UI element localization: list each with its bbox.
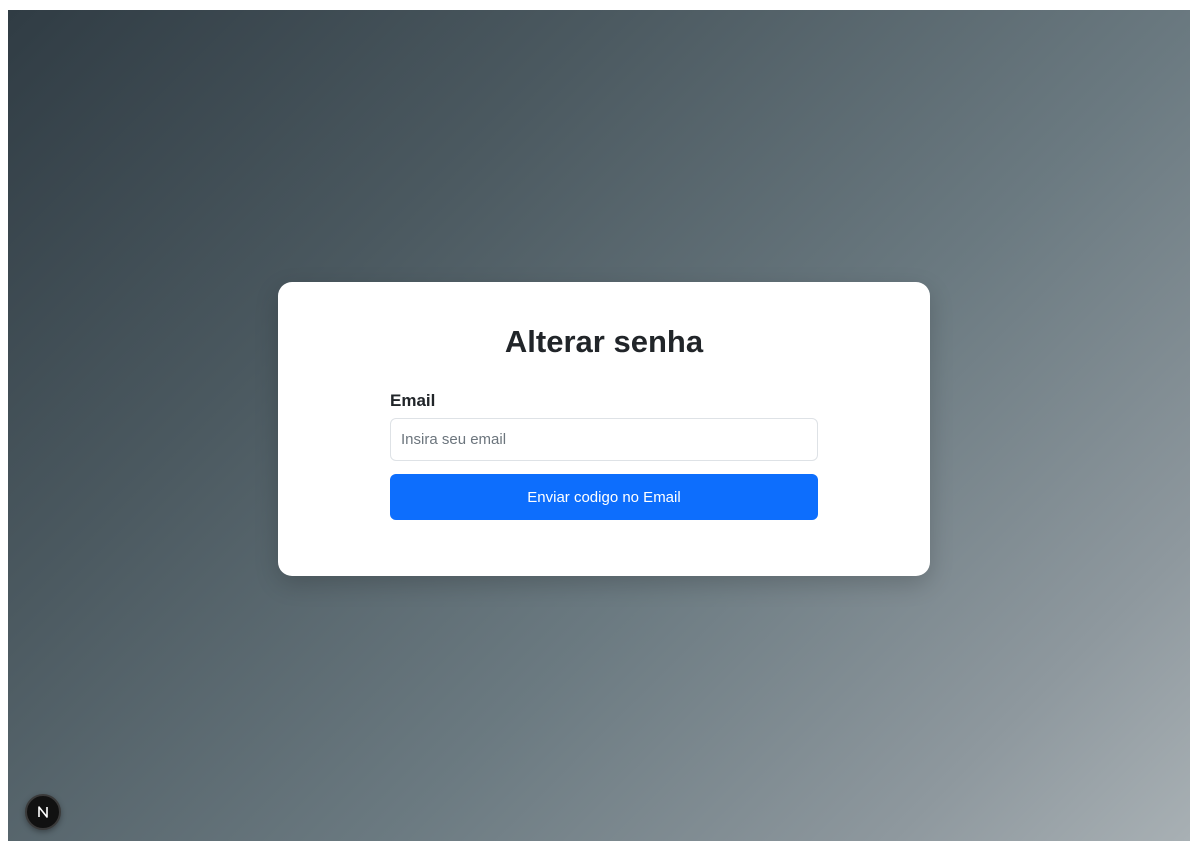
nextjs-logo-icon [38, 806, 48, 818]
email-label: Email [390, 391, 436, 410]
email-input[interactable] [390, 418, 818, 461]
page-title: Alterar senha [504, 324, 704, 359]
change-password-card: Alterar senha Email Enviar codigo no Ema… [278, 282, 930, 576]
send-code-button[interactable]: Enviar codigo no Email [390, 474, 818, 520]
page-background: Alterar senha Email Enviar codigo no Ema… [8, 10, 1190, 841]
nextjs-dev-indicator[interactable] [25, 794, 61, 830]
